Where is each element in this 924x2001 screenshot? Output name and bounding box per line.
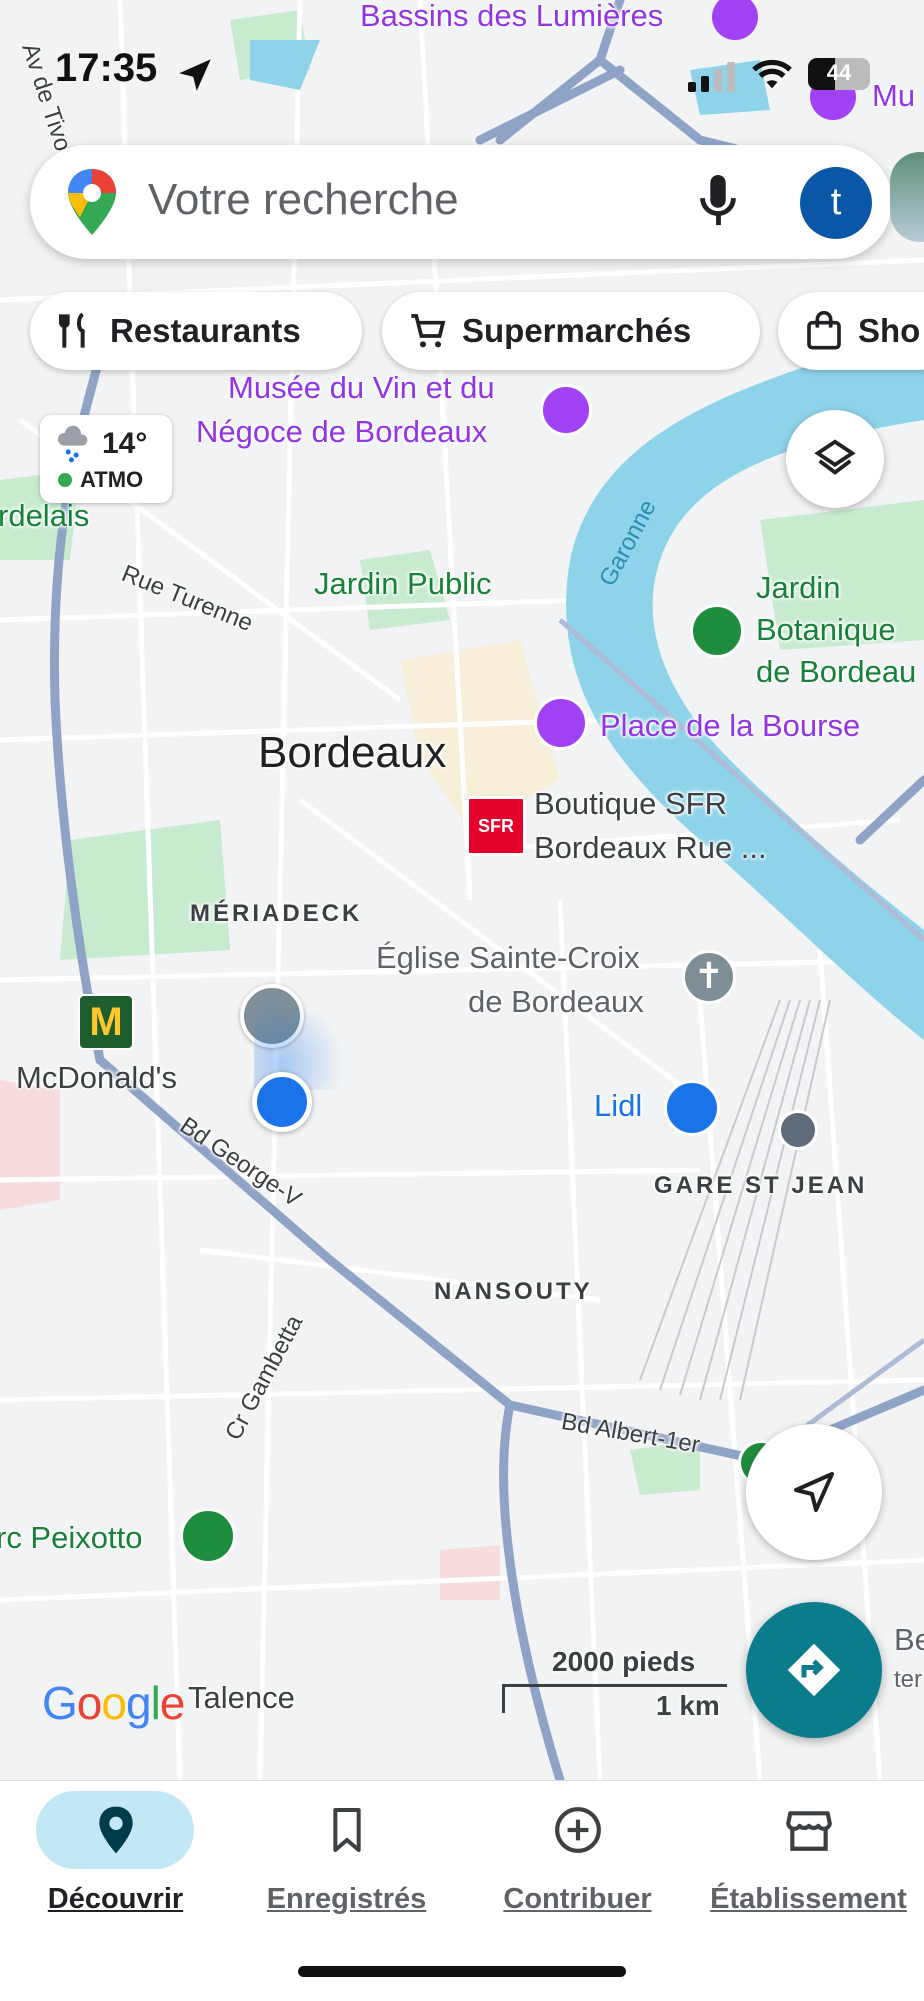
poi-label-lidl[interactable]: Lidl xyxy=(594,1088,642,1124)
cart-icon xyxy=(411,314,446,348)
poi-label-jardin-public[interactable]: Jardin Public xyxy=(314,566,491,602)
rain-cloud-icon xyxy=(57,425,88,463)
city-label-bordeaux: Bordeaux xyxy=(258,728,447,777)
nav-label-decouvrir: Découvrir xyxy=(47,1883,184,1915)
district-label-nansouty: NANSOUTY xyxy=(434,1278,593,1305)
location-arrow-icon xyxy=(179,59,211,91)
shopping-bag-icon xyxy=(807,311,841,350)
air-quality-dot-icon xyxy=(58,473,72,487)
poi-label-rdelais[interactable]: rdelais xyxy=(0,498,89,534)
landmark-pin-icon[interactable] xyxy=(534,696,588,750)
poi-label-jardin-bot-line1[interactable]: Jardin xyxy=(756,570,840,606)
status-time: 17:35 xyxy=(55,46,158,90)
chip-shopping[interactable]: Sho xyxy=(778,292,924,370)
search-bar[interactable]: Votre recherche t xyxy=(30,145,892,259)
poi-label-jardin-bot-line3[interactable]: de Bordeau xyxy=(756,654,916,690)
scale-feet-label: 2000 pieds xyxy=(552,1646,696,1677)
museum-pin-icon[interactable] xyxy=(540,384,592,436)
nav-label-enregistres: Enregistrés xyxy=(266,1883,427,1915)
nav-tab-etablissement[interactable]: Établissement xyxy=(693,1781,924,1941)
shop-pin-icon[interactable] xyxy=(664,1080,720,1136)
battery-icon: 44 xyxy=(808,58,870,90)
poi-label-sfr-line2[interactable]: Bordeaux Rue ... xyxy=(534,830,767,866)
mcdonalds-logo-icon[interactable]: M xyxy=(78,994,134,1050)
nav-tab-decouvrir[interactable]: Découvrir xyxy=(0,1781,231,1941)
scale-km-label: 1 km xyxy=(656,1690,720,1721)
poi-label-eglise-line1[interactable]: Église Sainte-Croix xyxy=(376,940,640,976)
poi-label-jardin-bot-line2[interactable]: Botanique xyxy=(756,612,896,648)
poi-label-parc-peixotto[interactable]: rc Peixotto xyxy=(0,1520,142,1556)
poi-label-musee-vin-line2[interactable]: Négoce de Bordeaux xyxy=(196,414,487,450)
church-pin-icon[interactable]: ✝ xyxy=(682,950,736,1004)
recenter-button[interactable] xyxy=(746,1424,882,1560)
garden-pin-icon[interactable] xyxy=(690,604,744,658)
add-circle-icon xyxy=(555,1807,601,1853)
train-station-icon[interactable] xyxy=(778,1110,818,1150)
poi-label-musee-partial[interactable]: Mu xyxy=(872,78,915,114)
chip-restaurants[interactable]: Restaurants xyxy=(30,292,362,370)
google-maps-pin-icon xyxy=(68,169,116,235)
park-pin-icon[interactable] xyxy=(180,1508,236,1564)
storefront-icon xyxy=(786,1811,832,1851)
air-quality-label: ATMO xyxy=(80,467,144,492)
poi-label-mcdonalds[interactable]: McDonald's xyxy=(16,1060,177,1096)
poi-label-place-bourse[interactable]: Place de la Bourse xyxy=(600,708,860,744)
poi-label-be-partial: Be xyxy=(894,1622,924,1657)
city-label-talence: Talence xyxy=(188,1680,295,1715)
microphone-icon[interactable] xyxy=(698,175,738,229)
poi-label-eglise-line2[interactable]: de Bordeaux xyxy=(468,984,644,1020)
directions-icon xyxy=(787,1643,841,1697)
weather-widget[interactable]: 14° ATMO xyxy=(40,415,172,503)
navigation-arrow-icon xyxy=(794,1472,834,1512)
cellular-signal-icon xyxy=(688,62,735,92)
district-label-meriadeck: MÉRIADECK xyxy=(190,900,363,927)
location-pin-icon xyxy=(99,1806,133,1854)
fork-knife-icon xyxy=(59,312,85,348)
layers-icon xyxy=(814,439,856,475)
nav-label-contribuer: Contribuer xyxy=(503,1883,652,1915)
sfr-logo-icon[interactable]: SFR xyxy=(466,796,526,856)
directions-button[interactable] xyxy=(746,1602,882,1738)
account-avatar[interactable]: t xyxy=(800,167,872,239)
search-input[interactable]: Votre recherche xyxy=(148,175,459,225)
chip-supermarches[interactable]: Supermarchés xyxy=(382,292,760,370)
bookmark-icon xyxy=(333,1808,361,1852)
weather-temp: 14° xyxy=(102,427,148,460)
current-location-dot[interactable] xyxy=(252,1072,312,1132)
poi-label-ter-partial: ter xyxy=(894,1666,923,1693)
poi-label-musee-vin-line1[interactable]: Musée du Vin et du xyxy=(228,370,495,406)
poi-label-sfr-line1[interactable]: Boutique SFR xyxy=(534,786,727,822)
photo-thumbnail-partial[interactable] xyxy=(890,152,924,242)
poi-label-bassins[interactable]: Bassins des Lumières xyxy=(360,0,663,34)
wifi-icon xyxy=(752,59,792,89)
nav-tab-contribuer[interactable]: Contribuer xyxy=(462,1781,693,1941)
district-label-gare-st-jean: GARE ST JEAN xyxy=(654,1172,868,1199)
home-indicator xyxy=(298,1966,626,1977)
layers-button[interactable] xyxy=(786,410,884,508)
nav-tab-enregistres[interactable]: Enregistrés xyxy=(231,1781,462,1941)
nav-label-etablissement: Établissement xyxy=(710,1883,907,1915)
google-logo: Google xyxy=(42,1677,185,1729)
